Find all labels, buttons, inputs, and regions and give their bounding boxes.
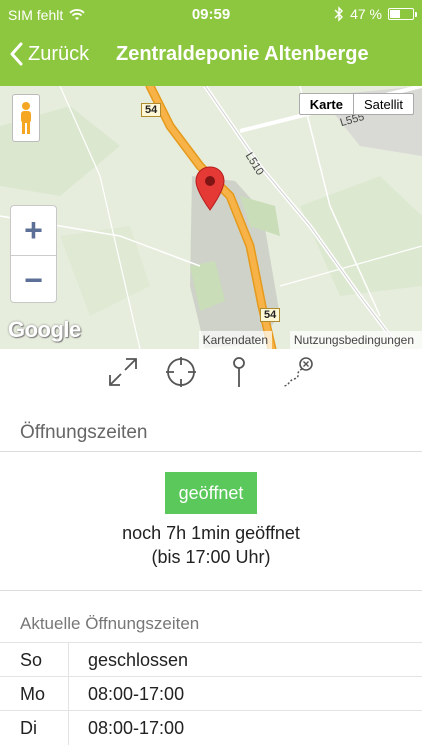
column-divider: [68, 677, 69, 711]
day-label: Di: [20, 718, 37, 738]
closing-time: (bis 17:00 Uhr): [151, 547, 271, 567]
map-type-satellite-button[interactable]: Satellit: [354, 94, 413, 114]
map-type-map-button[interactable]: Karte: [300, 94, 354, 114]
time-label: 08:00-17:00: [88, 718, 185, 738]
pegman-icon: [21, 102, 31, 134]
zoom-in-button[interactable]: +: [11, 206, 56, 255]
day-label: Mo: [20, 684, 46, 704]
bluetooth-icon: [334, 6, 344, 22]
map-canvas: [0, 86, 422, 349]
time-label: geschlossen: [88, 650, 189, 670]
section-divider: [0, 590, 422, 591]
column-divider: [68, 643, 69, 677]
chevron-left-icon: [10, 42, 23, 66]
zoom-out-button[interactable]: −: [11, 255, 56, 304]
battery-percent: 47 %: [350, 6, 382, 22]
status-badge: geöffnet: [165, 472, 257, 514]
road-label-54-south: 54: [260, 308, 281, 322]
map-type-switch: Karte Satellit: [298, 93, 414, 115]
back-label: Zurück: [28, 42, 90, 65]
fullscreen-icon[interactable]: [106, 355, 140, 389]
locate-icon[interactable]: [164, 355, 198, 389]
road-label-54: 54: [141, 103, 162, 117]
table-row: Mo 08:00-17:00: [0, 676, 422, 711]
column-divider: [68, 711, 69, 745]
opening-hours-header: Öffnungszeiten: [0, 412, 422, 452]
map-toolbar: [0, 349, 422, 397]
navigation-bar: Zurück Zentraldeponie Altenberge: [0, 30, 422, 86]
route-icon[interactable]: [280, 355, 314, 389]
map-data-link[interactable]: Kartendaten: [198, 331, 272, 349]
street-view-button[interactable]: [12, 94, 40, 142]
opening-hours-title: Öffnungszeiten: [20, 422, 148, 443]
back-button[interactable]: Zurück: [10, 42, 89, 66]
pin-icon[interactable]: [222, 355, 256, 389]
day-label: So: [20, 650, 43, 670]
terms-link[interactable]: Nutzungsbedingungen: [289, 331, 422, 349]
current-hours-title: Aktuelle Öffnungszeiten: [20, 614, 200, 633]
page-title: Zentraldeponie Altenberge: [116, 43, 369, 65]
zoom-control: + −: [10, 205, 57, 303]
location-pin-icon[interactable]: [195, 166, 225, 212]
battery-icon: [388, 8, 417, 20]
time-label: 08:00-17:00: [88, 684, 185, 704]
hours-table: So geschlossen Mo 08:00-17:00 Di 08:00-1…: [0, 642, 422, 745]
google-logo: Google: [8, 317, 81, 342]
map-view[interactable]: 54 54 L510 L555 Karte Satellit + − Googl…: [0, 86, 422, 349]
status-bar: SIM fehlt 09:59 47 %: [0, 0, 422, 30]
remaining-time: noch 7h 1min geöffnet: [122, 523, 300, 543]
table-row: So geschlossen: [0, 642, 422, 677]
app-header: SIM fehlt 09:59 47 % Zurück Zentraldepon…: [0, 0, 422, 86]
table-row: Di 08:00-17:00: [0, 710, 422, 745]
